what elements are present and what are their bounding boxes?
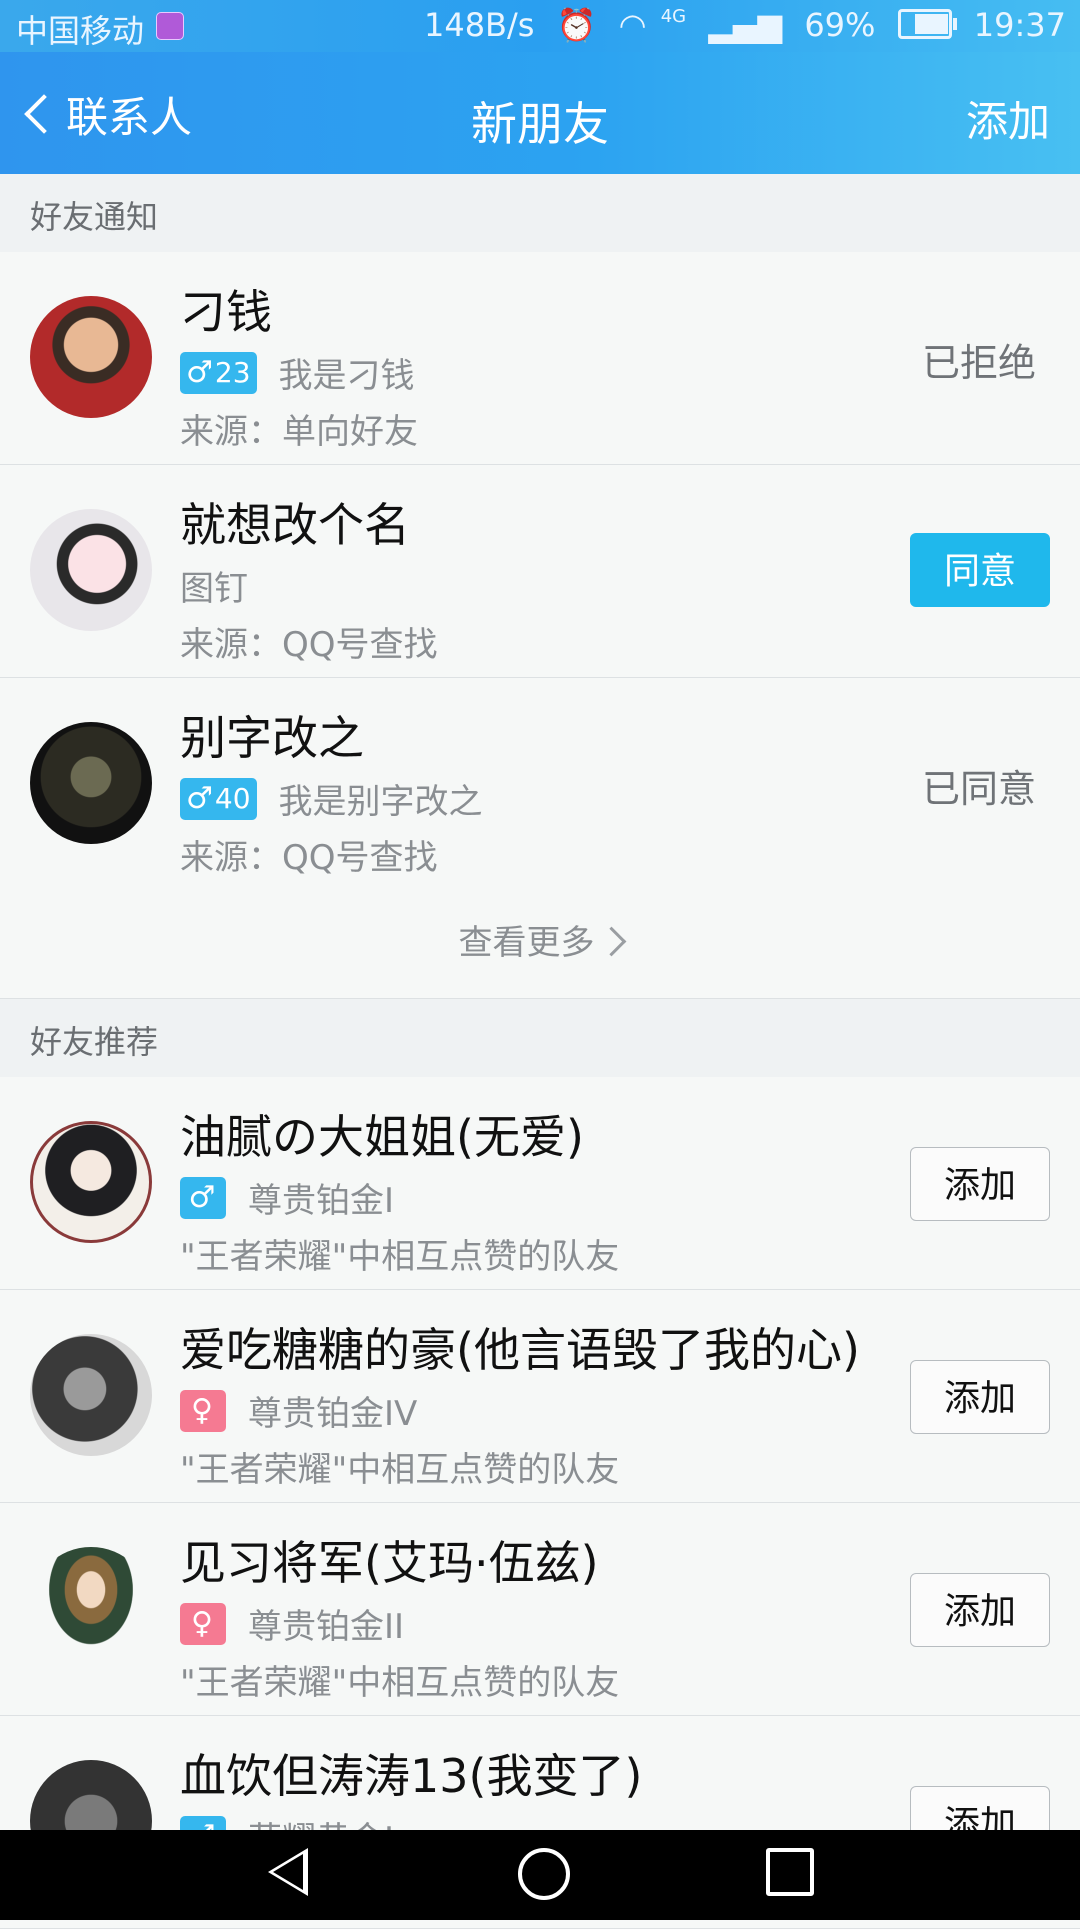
game-rank: 尊贵铂金IV [248,1394,418,1434]
male-icon: ♂ [186,355,213,390]
request-message-row: 图钉 [180,561,248,610]
view-more-label: 查看更多 [458,923,595,963]
age-label: 23 [214,356,251,389]
recommendation-item[interactable]: 油腻の大姐姐(无爱) ♂ 尊贵铂金I "王者荣耀"中相互点赞的队友 添加 [0,1077,1080,1290]
home-circle-icon[interactable] [518,1848,570,1900]
wifi-icon: ◠ [618,6,647,44]
male-icon: ♂ [188,1180,216,1215]
system-nav-bar [0,1830,1080,1920]
game-rank: 尊贵铂金I [248,1181,395,1221]
avatar[interactable] [30,296,152,418]
title-bar: 联系人 新朋友 添加 [0,52,1080,174]
carrier-label: 中国移动 [16,12,145,50]
request-source: 来源：单向好友 [180,412,418,452]
request-message: 我是别字改之 [278,782,483,822]
section-header-recommendations: 好友推荐 [0,999,1080,1077]
section-title: 好友推荐 [30,1023,159,1061]
contact-name: 就想改个名 [180,498,410,552]
avatar[interactable] [30,509,152,631]
male-icon: ♂ [186,781,213,816]
contact-name: 爱吃糖糖的豪(他言语毁了我的心) [180,1323,860,1377]
notification-item[interactable]: 刁钱 ♂ 23 我是刁钱 来源：单向好友 已拒绝 [0,252,1080,465]
request-source: 来源：QQ号查找 [180,625,438,665]
back-triangle-icon[interactable] [268,1848,308,1896]
request-source: 来源：QQ号查找 [180,838,438,878]
sim-icon [156,12,184,40]
female-icon: ♀ [191,1606,213,1641]
chevron-right-icon [596,926,626,957]
recommendation-item[interactable]: 见习将军(艾玛·伍兹) ♀ 尊贵铂金II "王者荣耀"中相互点赞的队友 添加 [0,1503,1080,1716]
view-more-button[interactable]: 查看更多 [0,888,1080,999]
alarm-icon: ⏰ [556,6,597,44]
avatar[interactable] [30,1547,152,1669]
rank-row: ♀ 尊贵铂金II [180,1599,404,1648]
section-title: 好友通知 [30,198,159,236]
contact-name: 刁钱 [180,285,272,339]
avatar[interactable] [30,722,152,844]
rank-row: ♂ 尊贵铂金I [180,1173,394,1222]
status-bar: 中国移动 148B/s ⏰ ◠ 4G ▂▄▆ 69% 19:37 [0,0,1080,52]
request-message-row: ♂ 40 我是别字改之 [180,774,483,823]
contact-name: 见习将军(艾玛·伍兹) [180,1536,599,1590]
status-accepted: 已同意 [921,767,1036,811]
add-friend-button[interactable]: 添加 [966,88,1050,149]
rank-row: ♀ 尊贵铂金IV [180,1386,417,1435]
gender-badge: ♀ [180,1389,226,1432]
contact-name: 别字改之 [180,711,364,765]
recent-square-icon[interactable] [766,1848,814,1896]
game-rank: 尊贵铂金II [248,1607,405,1647]
add-button[interactable]: 添加 [910,1573,1050,1647]
clock: 19:37 [973,6,1066,44]
recommend-reason: "王者荣耀"中相互点赞的队友 [180,1237,620,1277]
contact-name: 油腻の大姐姐(无爱) [180,1110,584,1164]
request-message: 我是刁钱 [278,356,415,396]
add-button[interactable]: 添加 [910,1147,1050,1221]
net-speed: 148B/s [423,6,535,44]
status-rejected: 已拒绝 [921,341,1036,385]
gender-badge: ♀ [180,1602,226,1645]
avatar[interactable] [30,1121,152,1243]
gender-age-badge: ♂ 40 [180,777,257,820]
section-header-notifications: 好友通知 [0,174,1080,252]
gender-age-badge: ♂ 23 [180,351,257,394]
battery-percent: 69% [804,6,876,44]
female-icon: ♀ [191,1393,213,1428]
recommend-reason: "王者荣耀"中相互点赞的队友 [180,1663,620,1703]
network-type: 4G [660,6,687,27]
recommendation-item[interactable]: 爱吃糖糖的豪(他言语毁了我的心) ♀ 尊贵铂金IV "王者荣耀"中相互点赞的队友… [0,1290,1080,1503]
agree-button[interactable]: 同意 [910,533,1050,607]
age-label: 40 [214,782,251,815]
battery-icon [897,9,957,39]
avatar[interactable] [30,1334,152,1456]
request-message: 图钉 [180,569,248,609]
notification-item[interactable]: 别字改之 ♂ 40 我是别字改之 来源：QQ号查找 已同意 [0,678,1080,891]
request-message-row: ♂ 23 我是刁钱 [180,348,415,397]
recommend-reason: "王者荣耀"中相互点赞的队友 [180,1450,620,1490]
signal-icon: ▂▄▆ [708,6,783,44]
status-right: 148B/s ⏰ ◠ 4G ▂▄▆ 69% 19:37 [412,6,1066,44]
notification-item[interactable]: 就想改个名 图钉 来源：QQ号查找 同意 [0,465,1080,678]
page-title: 新朋友 [471,97,609,151]
gender-badge: ♂ [180,1176,226,1219]
add-button[interactable]: 添加 [910,1360,1050,1434]
contact-name: 血饮但涛涛13(我变了) [180,1749,643,1803]
